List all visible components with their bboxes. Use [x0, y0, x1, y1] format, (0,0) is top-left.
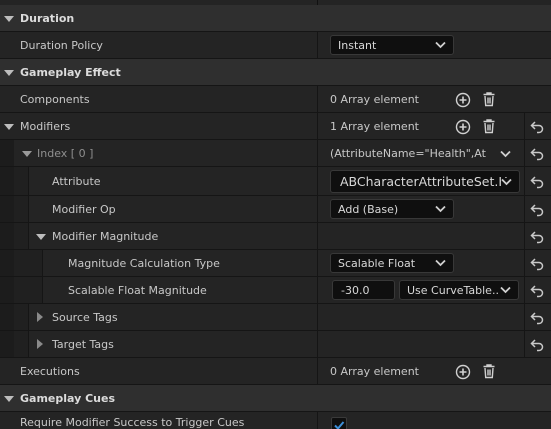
modifier-op-label: Modifier Op [52, 202, 116, 216]
row-magnitude-calculation-type: Magnitude Calculation Type Scalable Floa… [0, 250, 551, 277]
expand-arrow-icon[interactable] [4, 70, 14, 76]
category-duration[interactable]: Duration [0, 5, 551, 32]
row-modifier-op: Modifier Op Add (Base) [0, 196, 551, 223]
row-source-tags: Source Tags [0, 304, 551, 331]
reset-to-default-icon[interactable] [529, 146, 545, 162]
duration-policy-dropdown[interactable]: Instant [330, 35, 454, 55]
expand-arrow-icon[interactable] [4, 396, 14, 402]
executions-label: Executions [20, 364, 80, 378]
modifier-op-value: Add (Base) [338, 202, 399, 216]
trash-icon[interactable] [481, 118, 497, 134]
executions-value: 0 Array element [330, 364, 419, 378]
expand-arrow-icon[interactable] [4, 124, 14, 130]
modifier-magnitude-label: Modifier Magnitude [52, 229, 159, 243]
row-attribute: Attribute ABCharacterAttributeSet.H [0, 167, 551, 196]
category-gameplay-effect[interactable]: Gameplay Effect [0, 59, 551, 86]
require-modifier-success-checkbox[interactable] [331, 417, 347, 429]
curve-table-dropdown[interactable]: Use CurveTable... [399, 280, 519, 300]
attribute-dropdown[interactable]: ABCharacterAttributeSet.H [330, 170, 520, 193]
row-modifier-magnitude: Modifier Magnitude [0, 223, 551, 250]
row-modifiers: Modifiers 1 Array element [0, 113, 551, 140]
attribute-label: Attribute [52, 174, 101, 188]
category-duration-label: Duration [20, 11, 75, 25]
modifiers-value: 1 Array element [330, 119, 419, 133]
row-duration-policy: Duration Policy Instant [0, 32, 551, 59]
chevron-down-icon [435, 205, 446, 213]
category-gameplay-effect-label: Gameplay Effect [20, 65, 121, 79]
components-label: Components [20, 92, 90, 106]
scalable-float-magnitude-label: Scalable Float Magnitude [68, 283, 207, 297]
duration-policy-label: Duration Policy [20, 38, 103, 52]
attribute-value: ABCharacterAttributeSet.H [340, 174, 508, 189]
source-tags-label: Source Tags [52, 310, 118, 324]
index-value: (AttributeName="Health",Attrib [330, 146, 486, 160]
collapse-arrow-icon[interactable] [37, 339, 43, 349]
index-tag: [ 0 ] [70, 146, 94, 160]
reset-to-default-icon[interactable] [529, 174, 545, 190]
expand-arrow-icon[interactable] [36, 234, 46, 240]
checkmark-icon [334, 421, 345, 429]
curve-table-value: Use CurveTable... [407, 283, 503, 297]
modifier-op-dropdown[interactable]: Add (Base) [330, 199, 454, 219]
reset-to-default-icon[interactable] [529, 310, 545, 326]
row-components: Components 0 Array element [0, 86, 551, 113]
chevron-down-icon [500, 286, 511, 294]
chevron-down-icon [435, 259, 446, 267]
magnitude-calc-type-dropdown[interactable]: Scalable Float [330, 253, 454, 273]
index-label: Index [ 0 ] [37, 140, 93, 166]
category-gameplay-cues-label: Gameplay Cues [20, 391, 116, 405]
expand-arrow-icon[interactable] [4, 16, 14, 22]
trash-icon[interactable] [481, 91, 497, 107]
trash-icon[interactable] [481, 363, 497, 379]
add-element-icon[interactable] [455, 92, 471, 108]
scalable-float-value-input[interactable]: -30.0 [332, 280, 395, 300]
category-gameplay-cues[interactable]: Gameplay Cues [0, 385, 551, 412]
require-modifier-success-label: Require Modifier Success to Trigger Cues [20, 416, 245, 429]
chevron-down-icon [435, 41, 446, 49]
collapse-arrow-icon[interactable] [37, 312, 43, 322]
magnitude-calc-type-label: Magnitude Calculation Type [68, 256, 220, 270]
row-executions: Executions 0 Array element [0, 358, 551, 385]
row-index-0: Index [ 0 ] (AttributeName="Health",Attr… [0, 140, 551, 167]
reset-to-default-icon[interactable] [529, 337, 545, 353]
chevron-down-icon [501, 178, 512, 186]
reset-to-default-icon[interactable] [529, 202, 545, 218]
index-label-text: Index [37, 146, 68, 160]
row-scalable-float-magnitude: Scalable Float Magnitude -30.0 Use Curve… [0, 277, 551, 304]
reset-to-default-icon[interactable] [529, 283, 545, 299]
target-tags-label: Target Tags [52, 337, 114, 351]
modifiers-label: Modifiers [20, 119, 71, 133]
expand-arrow-icon[interactable] [22, 151, 32, 157]
row-require-modifier-success: Require Modifier Success to Trigger Cues [0, 412, 551, 429]
components-value: 0 Array element [330, 92, 419, 106]
row-target-tags: Target Tags [0, 331, 551, 358]
duration-policy-value: Instant [338, 38, 377, 52]
add-element-icon[interactable] [455, 119, 471, 135]
reset-to-default-icon[interactable] [529, 119, 545, 135]
add-element-icon[interactable] [455, 364, 471, 380]
magnitude-calc-type-value: Scalable Float [338, 256, 416, 270]
reset-to-default-icon[interactable] [529, 256, 545, 272]
chevron-down-icon[interactable] [500, 150, 511, 158]
reset-to-default-icon[interactable] [529, 229, 545, 245]
